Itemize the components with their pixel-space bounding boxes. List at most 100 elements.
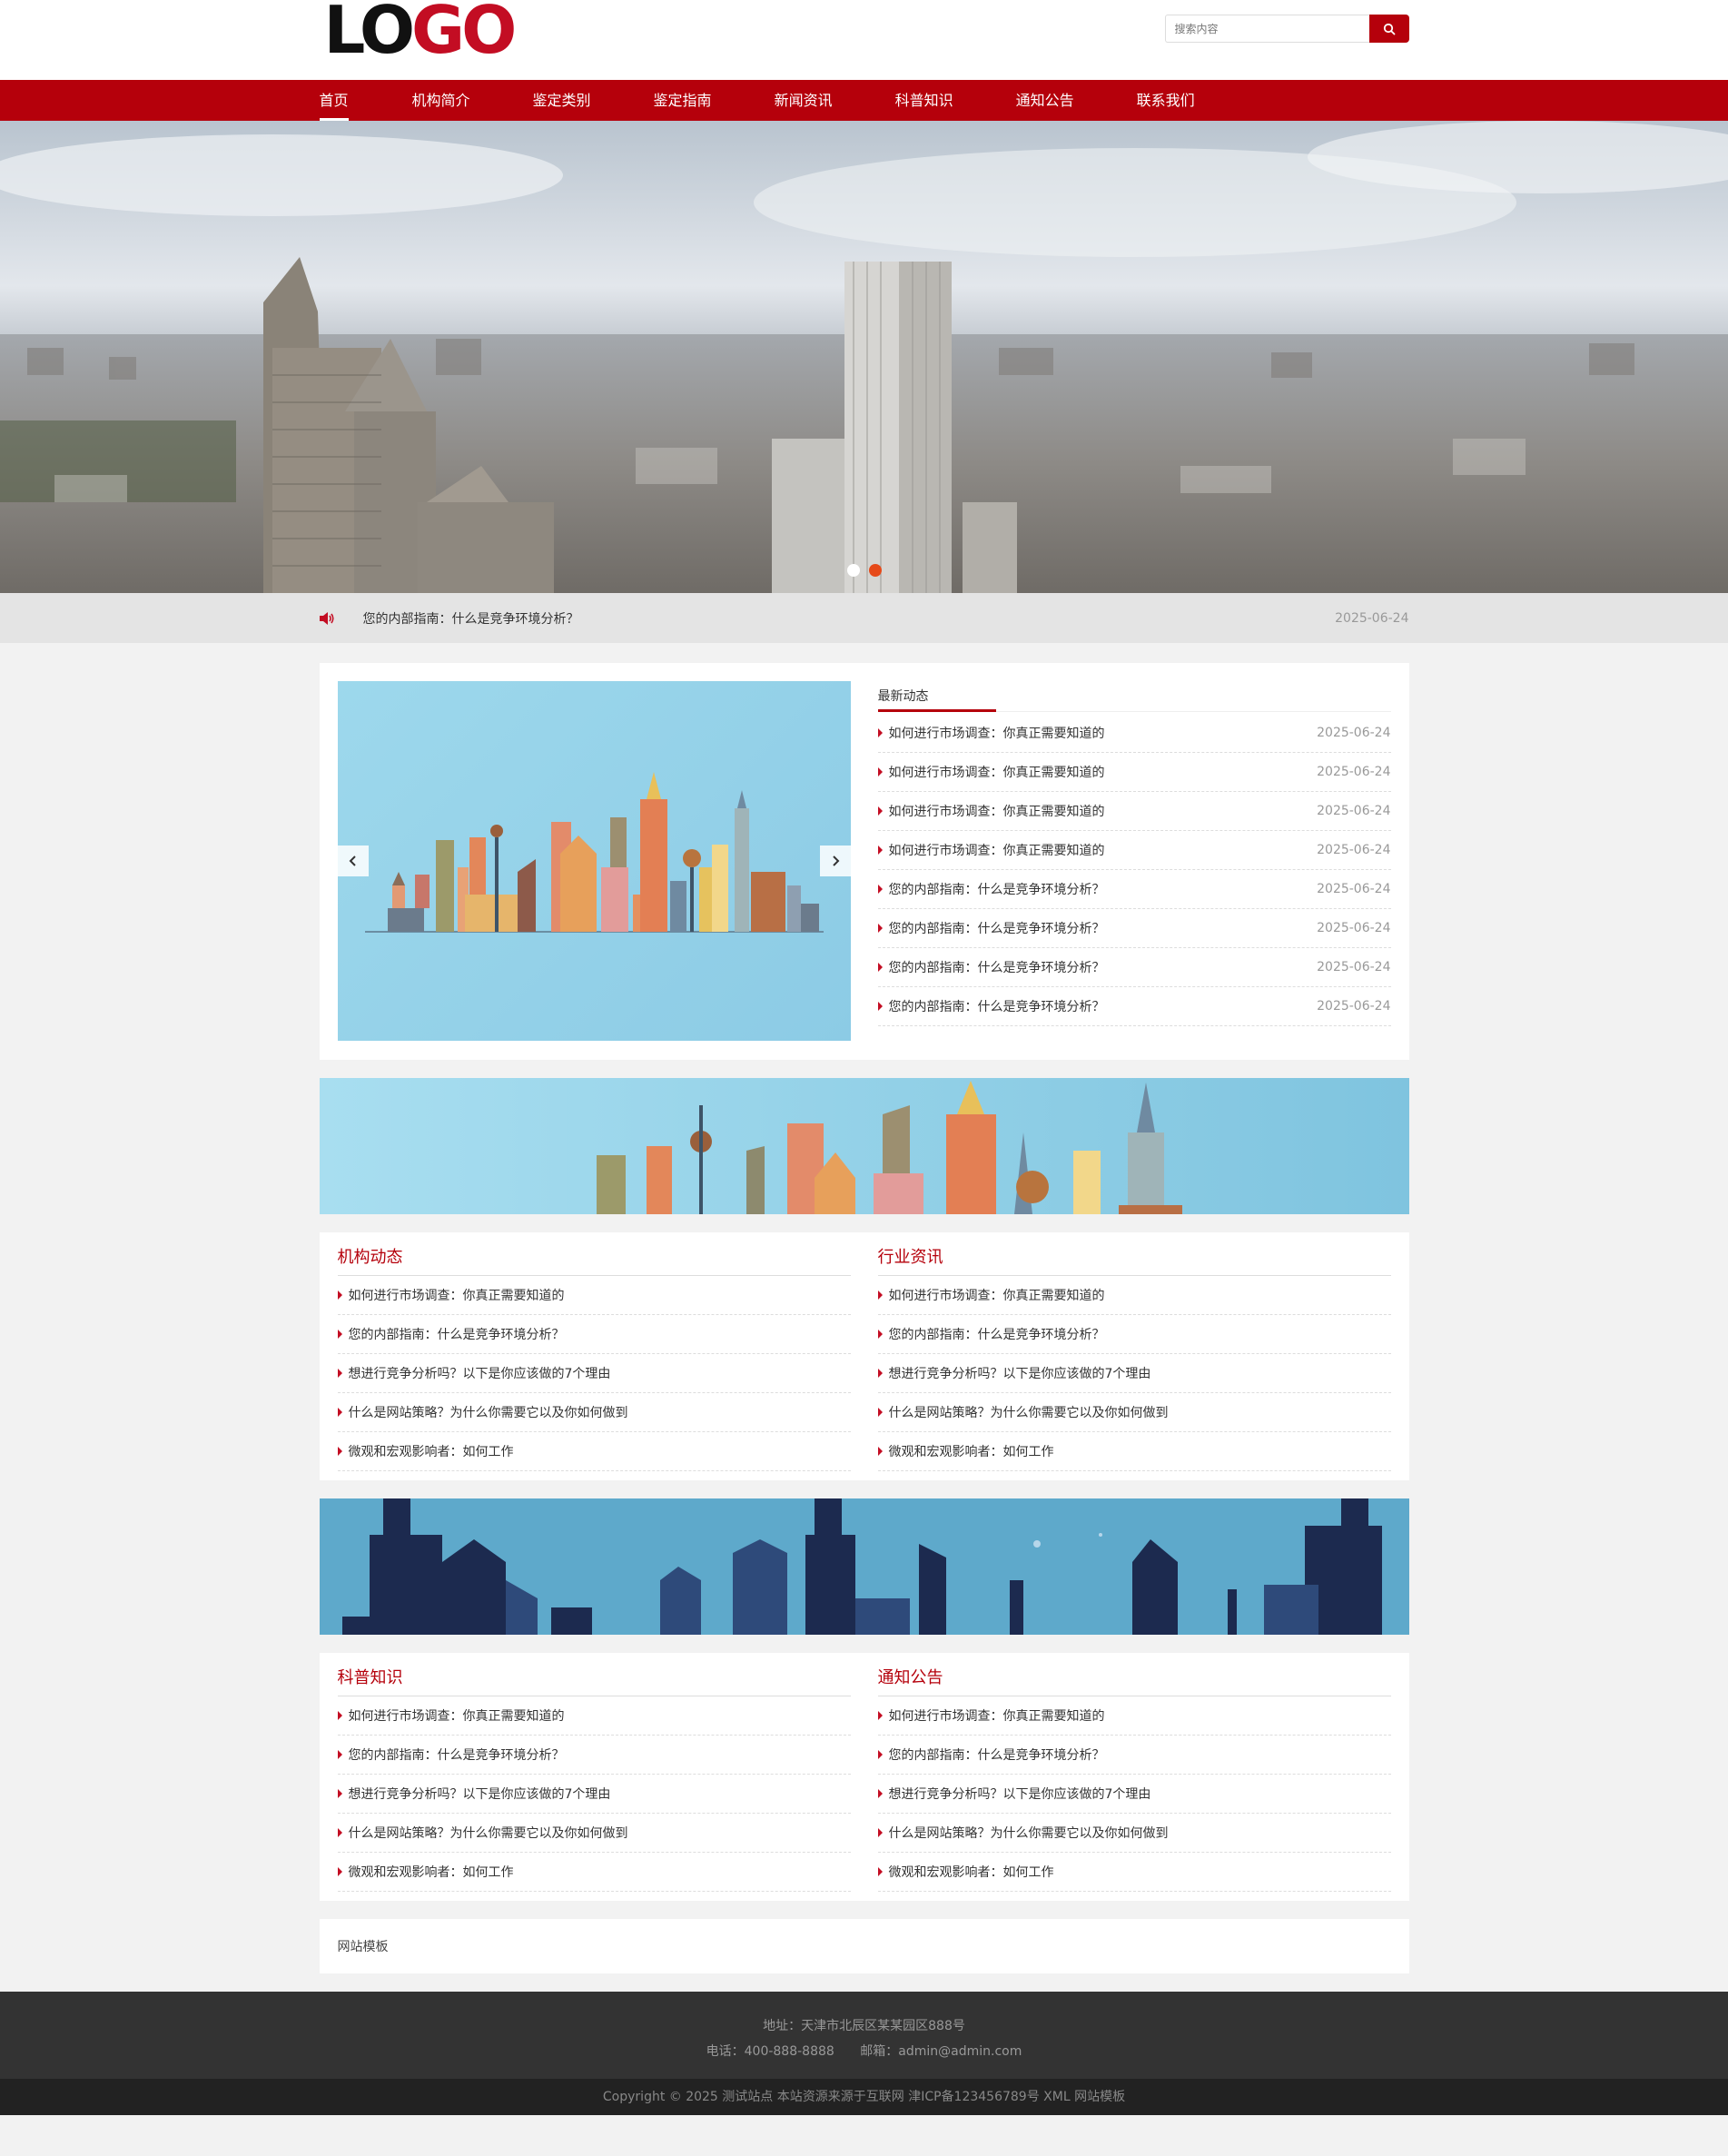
main-nav: 首页 机构简介 鉴定类别 鉴定指南 新闻资讯 科普知识 通知公告 联系我们 xyxy=(0,80,1728,121)
banner-dot-2[interactable] xyxy=(868,564,882,577)
copyright-text: Copyright © 2025 测试站点 本站资源来源于互联网 津ICP备12… xyxy=(602,2090,1126,2104)
list-item[interactable]: 您的内部指南：什么是竞争环境分析？ xyxy=(337,1315,851,1354)
latest-news-item-title[interactable]: 如何进行市场调查：你真正需要知道的 xyxy=(877,841,1318,859)
list-item[interactable]: 微观和宏观影响者：如何工作 xyxy=(337,1853,851,1892)
nav-item-2[interactable]: 鉴定类别 xyxy=(533,80,591,121)
list-item[interactable]: 什么是网站策略？为什么你需要它以及你如何做到 xyxy=(877,1814,1391,1853)
list-item[interactable]: 想进行竞争分析吗？以下是你应该做的7个理由 xyxy=(337,1775,851,1814)
footer-address: 地址：天津市北辰区某某园区888号 xyxy=(763,2019,965,2033)
announce-list: 如何进行市场调查：你真正需要知道的 您的内部指南：什么是竞争环境分析？ 想进行竞争分… xyxy=(877,1696,1391,1892)
latest-news-item-date: 2025-06-24 xyxy=(1317,960,1391,974)
latest-news-item-title[interactable]: 如何进行市场调查：你真正需要知道的 xyxy=(877,763,1318,781)
list-item[interactable]: 您的内部指南：什么是竞争环境分析？ xyxy=(337,1736,851,1775)
site-header: LO GO xyxy=(0,0,1728,80)
latest-news-header: 最新动态 xyxy=(877,681,1391,712)
featured-section: 最新动态 如何进行市场调查：你真正需要知道的 2025-06-24 如何进行市场调查… xyxy=(319,663,1409,1060)
latest-news-item-title[interactable]: 您的内部指南：什么是竞争环境分析？ xyxy=(877,919,1318,937)
list-item[interactable]: 什么是网站策略？为什么你需要它以及你如何做到 xyxy=(337,1393,851,1432)
list-item[interactable]: 微观和宏观影响者：如何工作 xyxy=(337,1432,851,1471)
search-form xyxy=(1164,15,1409,43)
latest-news-item[interactable]: 您的内部指南：什么是竞争环境分析？ 2025-06-24 xyxy=(877,909,1391,948)
list-item[interactable]: 什么是网站策略？为什么你需要它以及你如何做到 xyxy=(877,1393,1391,1432)
latest-news-title[interactable]: 最新动态 xyxy=(877,681,996,712)
latest-news-item-date: 2025-06-24 xyxy=(1317,843,1391,857)
latest-news-item-title[interactable]: 如何进行市场调查：你真正需要知道的 xyxy=(877,724,1318,742)
science-list: 如何进行市场调查：你真正需要知道的 您的内部指南：什么是竞争环境分析？ 想进行竞争分… xyxy=(337,1696,851,1892)
ad-banner-1[interactable] xyxy=(319,1078,1409,1214)
slider-next-button[interactable] xyxy=(819,846,851,876)
list-item[interactable]: 微观和宏观影响者：如何工作 xyxy=(877,1853,1391,1892)
news-columns-2: 科普知识 如何进行市场调查：你真正需要知道的 您的内部指南：什么是竞争环境分析？想… xyxy=(319,1653,1409,1901)
footer-phone: 电话：400-888-8888 xyxy=(706,2044,834,2059)
latest-news-item-date: 2025-06-24 xyxy=(1317,921,1391,935)
speaker-icon xyxy=(319,611,336,625)
image-slider xyxy=(337,681,851,1041)
list-item[interactable]: 想进行竞争分析吗？以下是你应该做的7个理由 xyxy=(877,1354,1391,1393)
nav-item-5[interactable]: 科普知识 xyxy=(895,80,953,121)
ad-banner-2[interactable] xyxy=(319,1498,1409,1635)
notice-text[interactable]: 您的内部指南：什么是竞争环境分析？ xyxy=(363,609,1336,628)
latest-news-item[interactable]: 您的内部指南：什么是竞争环境分析？ 2025-06-24 xyxy=(877,948,1391,987)
site-footer: 地址：天津市北辰区某某园区888号 电话：400-888-8888 邮箱：adm… xyxy=(0,1992,1728,2079)
logo-text-red: GO xyxy=(411,0,517,68)
list-item[interactable]: 想进行竞争分析吗？以下是你应该做的7个理由 xyxy=(877,1775,1391,1814)
list-item[interactable]: 如何进行市场调查：你真正需要知道的 xyxy=(337,1696,851,1736)
logo-text-dark: LO xyxy=(323,0,416,68)
latest-news-item-title[interactable]: 如何进行市场调查：你真正需要知道的 xyxy=(877,802,1318,820)
industry-news-column: 行业资讯 如何进行市场调查：你真正需要知道的 您的内部指南：什么是竞争环境分析？想… xyxy=(877,1232,1391,1471)
latest-news-item-title[interactable]: 您的内部指南：什么是竞争环境分析？ xyxy=(877,958,1318,976)
friend-link-item[interactable]: 网站模板 xyxy=(338,1937,389,1955)
latest-news: 最新动态 如何进行市场调查：你真正需要知道的 2025-06-24 如何进行市场调查… xyxy=(877,681,1391,1042)
nav-item-7[interactable]: 联系我们 xyxy=(1137,80,1195,121)
industry-news-title[interactable]: 行业资讯 xyxy=(877,1232,1391,1276)
latest-news-item[interactable]: 如何进行市场调查：你真正需要知道的 2025-06-24 xyxy=(877,753,1391,792)
latest-news-item-date: 2025-06-24 xyxy=(1317,882,1391,896)
copyright-bar: Copyright © 2025 测试站点 本站资源来源于互联网 津ICP备12… xyxy=(0,2079,1728,2115)
announce-title[interactable]: 通知公告 xyxy=(877,1653,1391,1696)
list-item[interactable]: 微观和宏观影响者：如何工作 xyxy=(877,1432,1391,1471)
banner-dots xyxy=(846,564,882,577)
latest-news-list: 如何进行市场调查：你真正需要知道的 2025-06-24 如何进行市场调查：你真正需… xyxy=(877,714,1391,1026)
news-columns-1: 机构动态 如何进行市场调查：你真正需要知道的 您的内部指南：什么是竞争环境分析？想… xyxy=(319,1232,1409,1480)
list-item[interactable]: 如何进行市场调查：你真正需要知道的 xyxy=(877,1696,1391,1736)
site-logo[interactable]: LO GO xyxy=(323,0,518,68)
night-city-illustration xyxy=(341,1498,1382,1635)
nav-item-0[interactable]: 首页 xyxy=(319,80,349,121)
list-item[interactable]: 什么是网站策略？为什么你需要它以及你如何做到 xyxy=(337,1814,851,1853)
science-title[interactable]: 科普知识 xyxy=(337,1653,851,1696)
city-illustration xyxy=(596,1081,1182,1214)
latest-news-item-date: 2025-06-24 xyxy=(1317,726,1391,740)
search-button[interactable] xyxy=(1368,15,1409,43)
latest-news-item[interactable]: 如何进行市场调查：你真正需要知道的 2025-06-24 xyxy=(877,792,1391,831)
org-news-title[interactable]: 机构动态 xyxy=(337,1232,851,1276)
city-illustration xyxy=(364,772,824,933)
org-news-list: 如何进行市场调查：你真正需要知道的 您的内部指南：什么是竞争环境分析？ 想进行竞争分… xyxy=(337,1276,851,1471)
search-input[interactable] xyxy=(1164,15,1369,43)
nav-item-3[interactable]: 鉴定指南 xyxy=(654,80,712,121)
hero-banner xyxy=(0,121,1728,593)
list-item[interactable]: 您的内部指南：什么是竞争环境分析？ xyxy=(877,1315,1391,1354)
chevron-left-icon xyxy=(349,855,356,866)
notice-bar: 您的内部指南：什么是竞争环境分析？ 2025-06-24 xyxy=(0,593,1728,643)
science-column: 科普知识 如何进行市场调查：你真正需要知道的 您的内部指南：什么是竞争环境分析？想… xyxy=(337,1653,851,1892)
announce-column: 通知公告 如何进行市场调查：你真正需要知道的 您的内部指南：什么是竞争环境分析？想… xyxy=(877,1653,1391,1892)
list-item[interactable]: 如何进行市场调查：你真正需要知道的 xyxy=(337,1276,851,1315)
footer-email[interactable]: 邮箱：admin@admin.com xyxy=(860,2044,1022,2059)
list-item[interactable]: 您的内部指南：什么是竞争环境分析？ xyxy=(877,1736,1391,1775)
industry-news-list: 如何进行市场调查：你真正需要知道的 您的内部指南：什么是竞争环境分析？ 想进行竞争分… xyxy=(877,1276,1391,1471)
list-item[interactable]: 如何进行市场调查：你真正需要知道的 xyxy=(877,1276,1391,1315)
list-item[interactable]: 想进行竞争分析吗？以下是你应该做的7个理由 xyxy=(337,1354,851,1393)
banner-dot-1[interactable] xyxy=(846,564,860,577)
latest-news-item[interactable]: 您的内部指南：什么是竞争环境分析？ 2025-06-24 xyxy=(877,987,1391,1026)
latest-news-item[interactable]: 如何进行市场调查：你真正需要知道的 2025-06-24 xyxy=(877,714,1391,753)
nav-item-4[interactable]: 新闻资讯 xyxy=(775,80,833,121)
latest-news-item-title[interactable]: 您的内部指南：什么是竞争环境分析？ xyxy=(877,997,1318,1015)
nav-item-1[interactable]: 机构简介 xyxy=(412,80,470,121)
latest-news-item-title[interactable]: 您的内部指南：什么是竞争环境分析？ xyxy=(877,880,1318,898)
nav-item-6[interactable]: 通知公告 xyxy=(1016,80,1074,121)
slider-prev-button[interactable] xyxy=(337,846,369,876)
latest-news-item[interactable]: 您的内部指南：什么是竞争环境分析？ 2025-06-24 xyxy=(877,870,1391,909)
org-news-column: 机构动态 如何进行市场调查：你真正需要知道的 您的内部指南：什么是竞争环境分析？想… xyxy=(337,1232,851,1471)
city-skyline-photo xyxy=(0,121,1728,593)
latest-news-item[interactable]: 如何进行市场调查：你真正需要知道的 2025-06-24 xyxy=(877,831,1391,870)
